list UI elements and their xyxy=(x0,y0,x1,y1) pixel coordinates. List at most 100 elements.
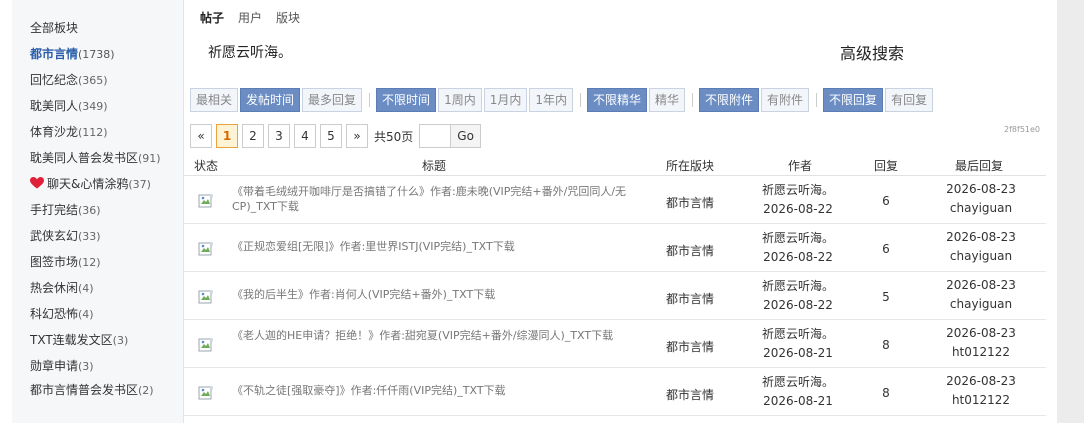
broken-image-icon xyxy=(198,290,213,304)
window-edge xyxy=(1057,0,1084,423)
sidebar-item-scifi[interactable]: 科幻恐怖(4) xyxy=(30,305,94,322)
time-year[interactable]: 1年内 xyxy=(529,88,573,112)
attach-any[interactable]: 不限附件 xyxy=(699,88,760,112)
reply-count: 6 xyxy=(882,194,890,208)
tab-posts[interactable]: 帖子 xyxy=(200,11,224,25)
sort-post-time[interactable]: 发帖时间 xyxy=(240,88,301,112)
author-name-link[interactable]: 祈愿云听海。 xyxy=(758,277,838,296)
author-name-link[interactable]: 祈愿云听海。 xyxy=(758,373,838,392)
page-5[interactable]: 5 xyxy=(320,124,342,148)
table-row: 《我的后半生》作者:肖何人(VIP完结+番外)_TXT下载 都市言情 祈愿云听海… xyxy=(184,272,1046,320)
digest-any[interactable]: 不限精华 xyxy=(586,88,647,112)
reply-only[interactable]: 有回复 xyxy=(885,88,934,112)
last-reply: 2026-08-23 ht012122 xyxy=(936,372,1026,410)
sidebar-item-leisure[interactable]: 热会休闲(4) xyxy=(30,279,94,296)
last-reply: 2026-08-23 chayiguan xyxy=(936,228,1026,266)
prev-page-button[interactable]: « xyxy=(190,124,212,148)
table-row: 《带着毛绒绒开咖啡厅是否搞错了什么》作者:鹿未晚(VIP完结+番外/咒回同人/无… xyxy=(184,176,1046,224)
filter-divider xyxy=(692,93,694,107)
sidebar-item-handtyped[interactable]: 手打完结(36) xyxy=(30,201,101,218)
post-forum-link[interactable]: 都市言情 xyxy=(666,242,714,259)
last-reply-date: 2026-08-23 xyxy=(946,374,1016,388)
page-1[interactable]: 1 xyxy=(216,124,238,148)
broken-image-icon xyxy=(198,386,213,400)
last-reply: 2026-08-23 chayiguan xyxy=(936,180,1026,218)
last-reply-user-link[interactable]: ht012122 xyxy=(936,391,1026,410)
reply-count: 8 xyxy=(882,386,890,400)
sidebar-item-market[interactable]: 图签市场(12) xyxy=(30,253,101,270)
reply-any[interactable]: 不限回复 xyxy=(823,88,884,112)
post-title-link[interactable]: 《正规恋爱组[无限]》作者:里世界ISTJ(VIP完结)_TXT下载 xyxy=(232,239,652,254)
sidebar-item-chat[interactable]: 聊天&心情涂鸦(37) xyxy=(30,175,151,192)
post-title-link[interactable]: 《老人迦的HE申请？拒绝！》作者:甜宛夏(VIP完结+番外/综漫同人)_TXT下… xyxy=(232,328,652,343)
post-forum-link[interactable]: 都市言情 xyxy=(666,194,714,211)
post-date: 2026-08-22 xyxy=(763,202,833,216)
reply-count: 8 xyxy=(882,338,890,352)
post-title-link[interactable]: 《不轨之徒[强取豪夺]》作者:仟仟雨(VIP完结)_TXT下载 xyxy=(232,383,652,398)
author-name-link[interactable]: 祈愿云听海。 xyxy=(758,229,838,248)
sidebar-item-danmei[interactable]: 耽美同人(349) xyxy=(30,97,108,114)
sidebar-item-sports[interactable]: 体育沙龙(112) xyxy=(30,123,108,140)
page-3[interactable]: 3 xyxy=(268,124,290,148)
sort-relevance[interactable]: 最相关 xyxy=(190,88,239,112)
sidebar-item-txt-serial[interactable]: TXT连载发文区(3) xyxy=(30,331,128,348)
post-title-link[interactable]: 《带着毛绒绒开咖啡厅是否搞错了什么》作者:鹿未晚(VIP完结+番外/咒回同人/无… xyxy=(232,184,652,214)
last-reply-user-link[interactable]: chayiguan xyxy=(936,199,1026,218)
post-forum-link[interactable]: 都市言情 xyxy=(666,386,714,403)
post-date: 2026-08-22 xyxy=(763,298,833,312)
page-total: 共50页 xyxy=(374,129,414,144)
header-forum: 所在版块 xyxy=(666,159,715,173)
heart-icon xyxy=(30,177,44,189)
sidebar-item-urban-romance[interactable]: 都市言情(1738) xyxy=(30,45,115,62)
page-jump-input[interactable] xyxy=(419,124,452,148)
broken-image-icon xyxy=(198,242,213,256)
sidebar-item-all[interactable]: 全部板块 xyxy=(30,19,78,36)
hash-code: 2f8f51e0 xyxy=(1004,125,1041,134)
last-reply-user-link[interactable]: chayiguan xyxy=(936,295,1026,314)
page-2[interactable]: 2 xyxy=(242,124,264,148)
sidebar-item-urban-release[interactable]: 都市言情普会发书区(2) xyxy=(30,381,154,398)
post-date: 2026-08-21 xyxy=(763,346,833,360)
post-author: 祈愿云听海。 2026-08-22 xyxy=(758,229,838,267)
post-title-link[interactable]: 《我的后半生》作者:肖何人(VIP完结+番外)_TXT下载 xyxy=(232,287,652,302)
digest-only[interactable]: 精华 xyxy=(649,88,686,112)
tab-forums[interactable]: 版块 xyxy=(276,11,300,25)
header-replies: 回复 xyxy=(874,159,899,173)
time-week[interactable]: 1周内 xyxy=(438,88,482,112)
time-any[interactable]: 不限时间 xyxy=(376,88,437,112)
last-reply-user-link[interactable]: chayiguan xyxy=(936,247,1026,266)
sidebar-item-wuxia[interactable]: 武侠玄幻(33) xyxy=(30,227,101,244)
broken-image-icon xyxy=(198,338,213,352)
search-results: 帖子 用户 版块 祈愿云听海。 高级搜索 最相关 发帖时间 最多回复 不限时间 1周… xyxy=(184,0,1046,423)
tab-users[interactable]: 用户 xyxy=(238,11,262,25)
post-forum-link[interactable]: 都市言情 xyxy=(666,338,714,355)
next-page-button[interactable]: » xyxy=(346,124,368,148)
search-keyword: 祈愿云听海。 xyxy=(208,45,292,61)
time-month[interactable]: 1月内 xyxy=(483,88,528,112)
attach-only[interactable]: 有附件 xyxy=(761,88,810,112)
last-reply: 2026-08-23 ht012122 xyxy=(936,324,1026,362)
sidebar-item-memorial[interactable]: 回忆纪念(365) xyxy=(30,71,108,88)
sort-most-replies[interactable]: 最多回复 xyxy=(302,88,363,112)
post-author: 祈愿云听海。 2026-08-22 xyxy=(758,277,838,315)
sidebar-item-danmei-release[interactable]: 耽美同人普会发书区(91) xyxy=(30,149,161,166)
page-4[interactable]: 4 xyxy=(294,124,316,148)
table-row: 《不轨之徒[强取豪夺]》作者:仟仟雨(VIP完结)_TXT下载 都市言情 祈愿云… xyxy=(184,368,1046,416)
sidebar-item-medal[interactable]: 勋章申请(3) xyxy=(30,357,94,374)
author-name-link[interactable]: 祈愿云听海。 xyxy=(758,181,838,200)
last-reply: 2026-08-23 chayiguan xyxy=(936,276,1026,314)
filter-divider xyxy=(579,93,581,107)
post-forum-link[interactable]: 都市言情 xyxy=(666,290,714,307)
filter-bar: 最相关 发帖时间 最多回复 不限时间 1周内 1月内 1年内 不限精华 精华 不… xyxy=(190,88,935,112)
advanced-search-link[interactable]: 高级搜索 xyxy=(840,40,904,64)
last-reply-user-link[interactable]: ht012122 xyxy=(936,343,1026,362)
header-last-reply: 最后回复 xyxy=(955,159,1004,173)
last-reply-date: 2026-08-23 xyxy=(946,230,1016,244)
table-header: 状态 标题 所在版块 作者 回复 最后回复 xyxy=(184,152,1046,176)
author-name-link[interactable]: 祈愿云听海。 xyxy=(758,325,838,344)
search-tabs: 帖子 用户 版块 xyxy=(200,9,314,26)
broken-image-icon xyxy=(198,194,213,208)
header-author: 作者 xyxy=(788,159,813,173)
go-button[interactable]: Go xyxy=(451,124,481,148)
last-reply-date: 2026-08-23 xyxy=(946,278,1016,292)
